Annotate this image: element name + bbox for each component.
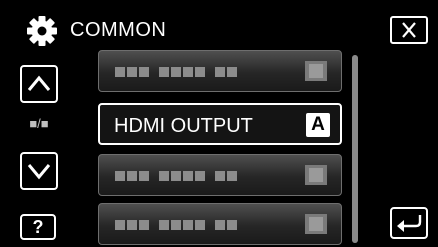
- menu-item-hidden-3[interactable]: [98, 203, 342, 245]
- placeholder-icon: [305, 61, 327, 81]
- placeholder-text: [115, 67, 237, 77]
- placeholder-text: [115, 220, 237, 230]
- menu-item-hidden-2[interactable]: [98, 154, 342, 196]
- menu-item-hidden-1[interactable]: [98, 50, 342, 92]
- scrollbar[interactable]: [352, 55, 358, 243]
- menu-item-hdmi-output[interactable]: HDMI OUTPUT A: [98, 103, 342, 145]
- help-button[interactable]: ?: [20, 214, 56, 240]
- help-icon: ?: [32, 217, 44, 237]
- close-button[interactable]: [390, 16, 428, 44]
- chevron-up-icon: [27, 75, 51, 91]
- chevron-down-icon: [27, 164, 51, 180]
- header-bar: COMMON: [0, 0, 438, 46]
- back-button[interactable]: [390, 207, 428, 239]
- placeholder-icon: [305, 165, 327, 185]
- page-indicator: ■/■: [29, 116, 49, 131]
- scroll-down-button[interactable]: [20, 152, 58, 190]
- menu-item-label: HDMI OUTPUT: [114, 115, 253, 137]
- auto-mode-badge: A: [306, 113, 330, 137]
- gear-icon: [25, 14, 59, 48]
- placeholder-icon: [305, 214, 327, 234]
- close-icon: [402, 22, 416, 38]
- return-arrow-icon: [397, 215, 422, 232]
- placeholder-text: [115, 171, 237, 181]
- scroll-up-button[interactable]: [20, 65, 58, 103]
- scrollbar-thumb[interactable]: [352, 55, 358, 243]
- page-title: COMMON: [70, 19, 167, 41]
